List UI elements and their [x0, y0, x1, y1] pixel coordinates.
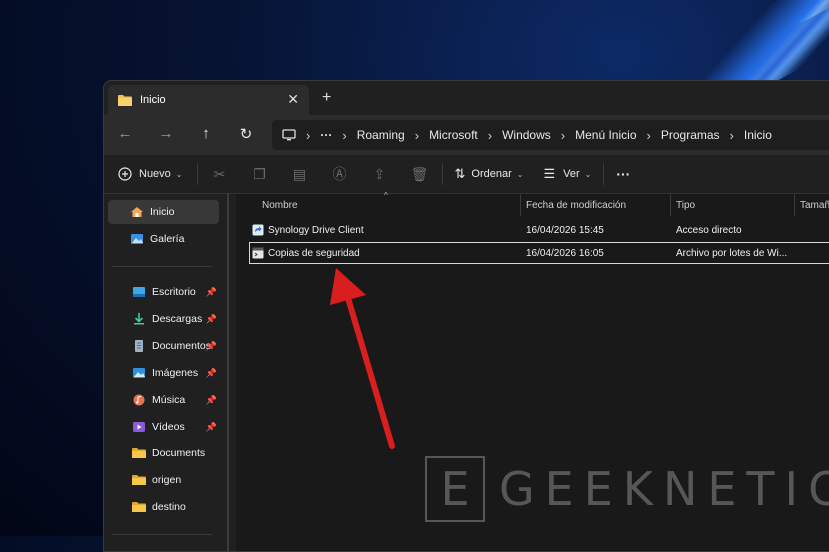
- watermark-text: GEEKNETIC: [499, 462, 829, 516]
- geeknetic-watermark: E GEEKNETIC: [425, 456, 829, 522]
- watermark-box: E: [425, 456, 485, 522]
